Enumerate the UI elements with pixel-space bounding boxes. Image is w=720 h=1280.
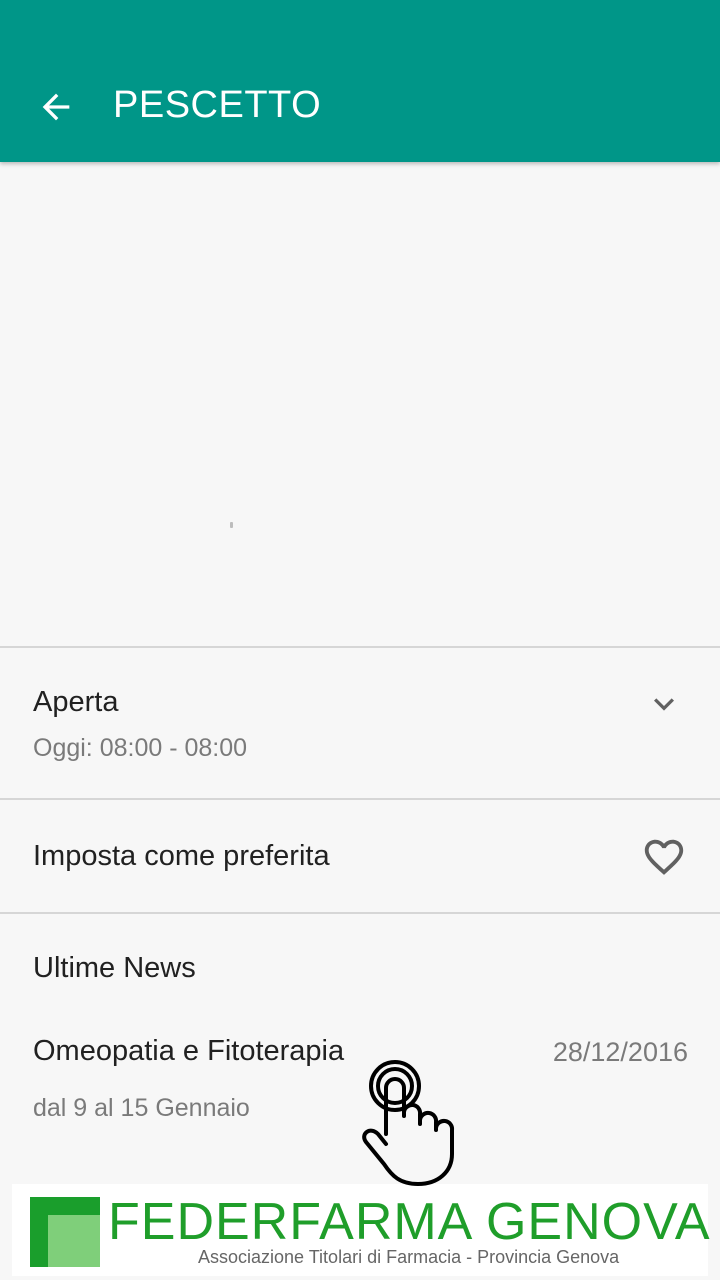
tap-hand-icon	[362, 1060, 455, 1186]
divider	[0, 912, 720, 914]
page-title: PESCETTO	[113, 84, 322, 126]
favorite-label: Imposta come preferita	[33, 840, 330, 872]
map-marker	[230, 522, 233, 528]
map-view[interactable]	[0, 162, 720, 646]
federfarma-banner[interactable]: FEDERFARMA GENOVA Associazione Titolari …	[12, 1184, 711, 1276]
news-subtitle: dal 9 al 15 Gennaio	[33, 1094, 250, 1122]
arrow-left-icon	[42, 93, 70, 121]
news-title: Omeopatia e Fitoterapia	[33, 1035, 345, 1067]
banner-subtitle: Associazione Titolari di Farmacia - Prov…	[198, 1247, 620, 1267]
divider	[0, 798, 720, 800]
favorite-button[interactable]	[636, 830, 692, 884]
divider	[0, 646, 720, 648]
news-heading: Ultime News	[33, 952, 196, 984]
federfarma-logo	[30, 1197, 100, 1267]
today-hours: Oggi: 08:00 - 08:00	[33, 734, 248, 762]
chevron-down-icon	[654, 698, 674, 711]
app-bar: PESCETTO	[0, 0, 720, 162]
expand-hours-button[interactable]	[640, 682, 688, 726]
back-button[interactable]	[26, 80, 86, 134]
news-date: 28/12/2016	[552, 1037, 688, 1067]
open-status: Aperta	[33, 686, 119, 718]
heart-outline-icon	[644, 839, 684, 875]
banner-title: FEDERFARMA GENOVA	[108, 1193, 711, 1251]
